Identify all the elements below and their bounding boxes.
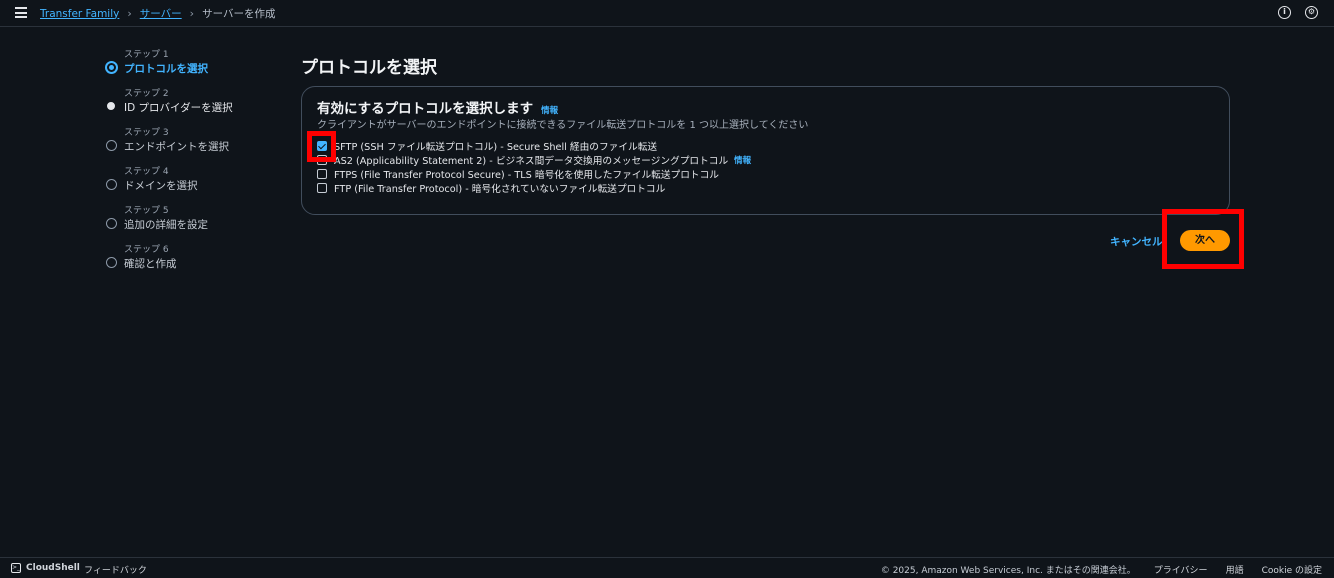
- step-number: ステップ 6: [124, 245, 169, 255]
- step-number: ステップ 5: [124, 206, 169, 216]
- step-4: ステップ 4 ドメインを選択: [105, 163, 285, 202]
- breadcrumb: Transfer Family › サーバー › サーバーを作成: [40, 6, 275, 21]
- step-number: ステップ 2: [124, 89, 169, 99]
- copyright: © 2025, Amazon Web Services, Inc. またはその関…: [880, 566, 1136, 576]
- protocol-option-ftp[interactable]: FTP (File Transfer Protocol) - 暗号化されていない…: [317, 181, 751, 195]
- protocol-selection-card: 有効にするプロトコルを選択します 情報 クライアントがサーバーのエンドポイントに接…: [301, 86, 1230, 215]
- step-number: ステップ 3: [124, 128, 169, 138]
- step-label: 追加の詳細を設定: [124, 219, 208, 231]
- step-pending-icon: [106, 140, 117, 151]
- option-label: AS2 (Applicability Statement 2) - ビジネス間デ…: [334, 156, 729, 167]
- feedback-link[interactable]: フィードバック: [84, 563, 147, 576]
- step-pending-icon: [106, 218, 117, 229]
- option-label: FTPS (File Transfer Protocol Secure) - T…: [334, 170, 719, 181]
- step-label: エンドポイントを選択: [124, 141, 229, 153]
- highlight-box-checkbox: [307, 131, 336, 162]
- protocol-options: SFTP (SSH ファイル転送プロトコル) - Secure Shell 経由…: [317, 139, 751, 195]
- card-title-text: 有効にするプロトコルを選択します: [317, 101, 534, 117]
- option-label: FTP (File Transfer Protocol) - 暗号化されていない…: [334, 184, 666, 195]
- info-link-as2[interactable]: 情報: [734, 154, 751, 166]
- step-number: ステップ 4: [124, 167, 169, 177]
- step-active-icon: [105, 61, 118, 74]
- step-visited-icon: [107, 102, 115, 110]
- info-icon[interactable]: i: [1278, 6, 1291, 19]
- step-1[interactable]: ステップ 1 プロトコルを選択: [105, 46, 285, 85]
- step-5: ステップ 5 追加の詳細を設定: [105, 202, 285, 241]
- option-label: SFTP (SSH ファイル転送プロトコル) - Secure Shell 経由…: [334, 142, 658, 153]
- step-label: ドメインを選択: [124, 180, 198, 192]
- card-description: クライアントがサーバーのエンドポイントに接続できるファイル転送プロトコルを 1 …: [317, 120, 809, 131]
- step-6: ステップ 6 確認と作成: [105, 241, 285, 280]
- step-2[interactable]: ステップ 2 ID プロバイダーを選択: [105, 85, 285, 124]
- protocol-option-as2[interactable]: AS2 (Applicability Statement 2) - ビジネス間デ…: [317, 153, 751, 167]
- card-title: 有効にするプロトコルを選択します 情報: [317, 97, 558, 117]
- chevron-right-icon: ›: [127, 7, 132, 20]
- cloudshell-link[interactable]: CloudShell: [26, 563, 80, 573]
- step-pending-icon: [106, 179, 117, 190]
- protocol-option-ftps[interactable]: FTPS (File Transfer Protocol Secure) - T…: [317, 167, 751, 181]
- cloudshell-icon[interactable]: >_: [11, 563, 21, 573]
- menu-icon[interactable]: [15, 7, 27, 18]
- info-link[interactable]: 情報: [541, 106, 558, 116]
- wizard-steps: ステップ 1 プロトコルを選択 ステップ 2 ID プロバイダーを選択 ステップ…: [105, 46, 285, 280]
- step-3: ステップ 3 エンドポイントを選択: [105, 124, 285, 163]
- terms-link[interactable]: 用語: [1226, 563, 1244, 576]
- breadcrumb-servers[interactable]: サーバー: [140, 6, 182, 21]
- settings-icon[interactable]: ⚙: [1305, 6, 1318, 19]
- step-number: ステップ 1: [124, 50, 169, 60]
- chevron-right-icon: ›: [189, 7, 195, 20]
- protocol-option-sftp[interactable]: SFTP (SSH ファイル転送プロトコル) - Secure Shell 経由…: [317, 139, 751, 153]
- page-title: プロトコルを選択: [301, 58, 437, 78]
- breadcrumb-current: サーバーを作成: [202, 8, 276, 20]
- highlight-box-next: [1162, 209, 1244, 269]
- privacy-link[interactable]: プライバシー: [1154, 563, 1208, 576]
- checkbox-ftp[interactable]: [317, 183, 327, 193]
- breadcrumb-transfer-family[interactable]: Transfer Family: [40, 8, 119, 20]
- step-label: ID プロバイダーを選択: [124, 102, 233, 114]
- checkbox-ftps[interactable]: [317, 169, 327, 179]
- top-navigation: Transfer Family › サーバー › サーバーを作成 i ⚙: [0, 0, 1334, 27]
- footer: >_ CloudShell フィードバック © 2025, Amazon Web…: [0, 557, 1334, 578]
- step-label: 確認と作成: [124, 258, 177, 270]
- cookie-settings-link[interactable]: Cookie の設定: [1262, 563, 1322, 576]
- cancel-button[interactable]: キャンセル: [1110, 234, 1163, 249]
- step-label: プロトコルを選択: [124, 63, 208, 75]
- step-pending-icon: [106, 257, 117, 268]
